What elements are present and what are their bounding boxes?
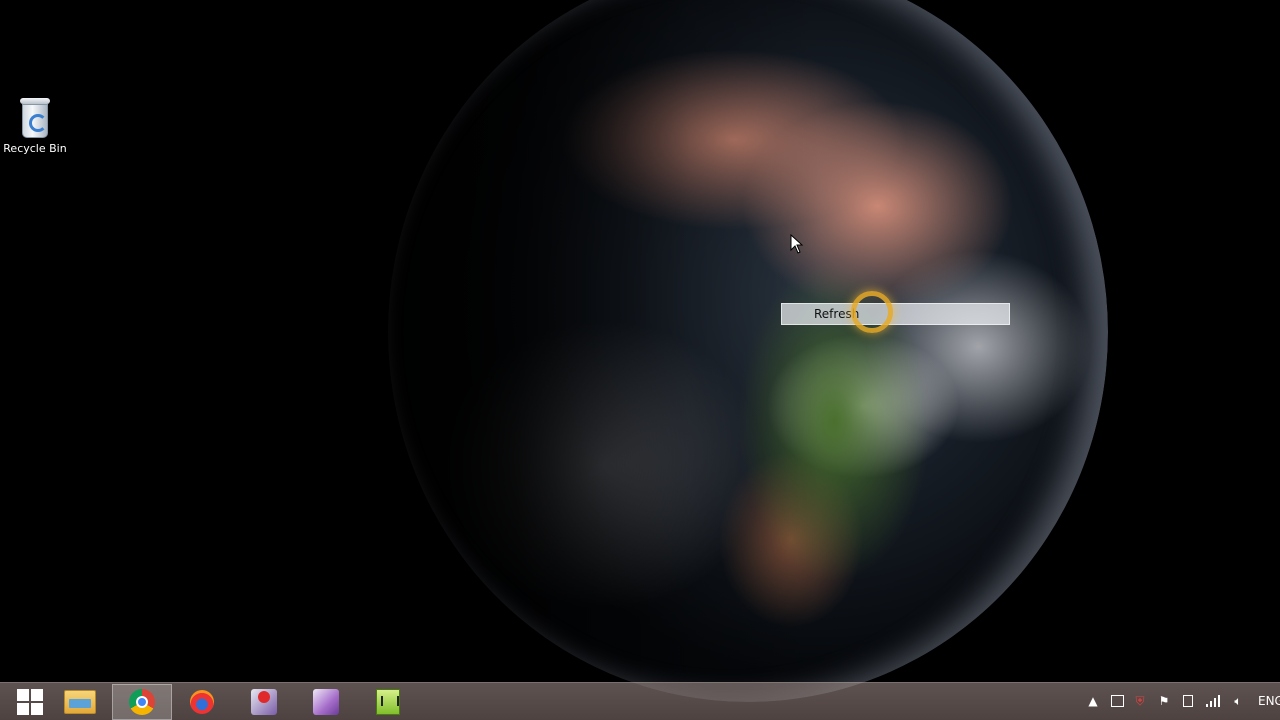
mouse-cursor-icon: [790, 234, 804, 254]
taskbar-video-editor[interactable]: [296, 684, 356, 720]
device-icon: [1183, 695, 1193, 707]
desktop[interactable]: Recycle Bin Refresh ▲ ⛨ ⚑ 🔈︎ ENG: [0, 0, 1280, 720]
tray-device[interactable]: [1178, 691, 1198, 711]
volume-icon: 🔈︎: [1234, 693, 1242, 708]
taskbar-file-explorer[interactable]: [50, 684, 110, 720]
tray-network[interactable]: [1203, 691, 1223, 711]
chevron-up-icon: ▲: [1088, 694, 1098, 708]
recycle-bin-icon: [18, 96, 52, 138]
signal-icon: [1206, 695, 1220, 707]
show-hidden-icons-button[interactable]: ▲: [1083, 691, 1103, 711]
desktop-icon-recycle-bin[interactable]: Recycle Bin: [2, 96, 68, 155]
recorder-icon: [251, 689, 277, 715]
tray-volume[interactable]: 🔈︎: [1228, 691, 1248, 711]
shield-icon: ⛨: [1135, 693, 1145, 708]
taskbar-browser[interactable]: [172, 684, 232, 720]
language-indicator[interactable]: ENG: [1258, 694, 1280, 708]
flame-browser-icon: [190, 690, 214, 714]
tray-security[interactable]: ⛨: [1130, 691, 1150, 711]
windows-tray-icon: [1110, 695, 1124, 707]
menu-item-refresh[interactable]: Refresh: [783, 305, 1008, 323]
windows-logo-icon: [17, 689, 43, 715]
folder-icon: [64, 690, 96, 714]
desktop-icon-label: Recycle Bin: [3, 142, 67, 155]
taskbar: ▲ ⛨ ⚑ 🔈︎ ENG: [0, 682, 1280, 720]
taskbar-audio-editor[interactable]: [358, 684, 418, 720]
tray-action-center[interactable]: ⚑: [1154, 691, 1174, 711]
chrome-icon: [129, 689, 155, 715]
audio-editor-icon: [376, 689, 400, 715]
tray-windows[interactable]: [1107, 691, 1127, 711]
taskbar-chrome[interactable]: [112, 684, 172, 720]
click-highlight-ring: [851, 291, 893, 333]
flag-icon: ⚑: [1158, 694, 1170, 708]
taskbar-screen-recorder[interactable]: [234, 684, 294, 720]
context-menu: Refresh: [781, 303, 1010, 325]
editor-icon: [313, 689, 339, 715]
earth-wallpaper: [388, 0, 1108, 702]
